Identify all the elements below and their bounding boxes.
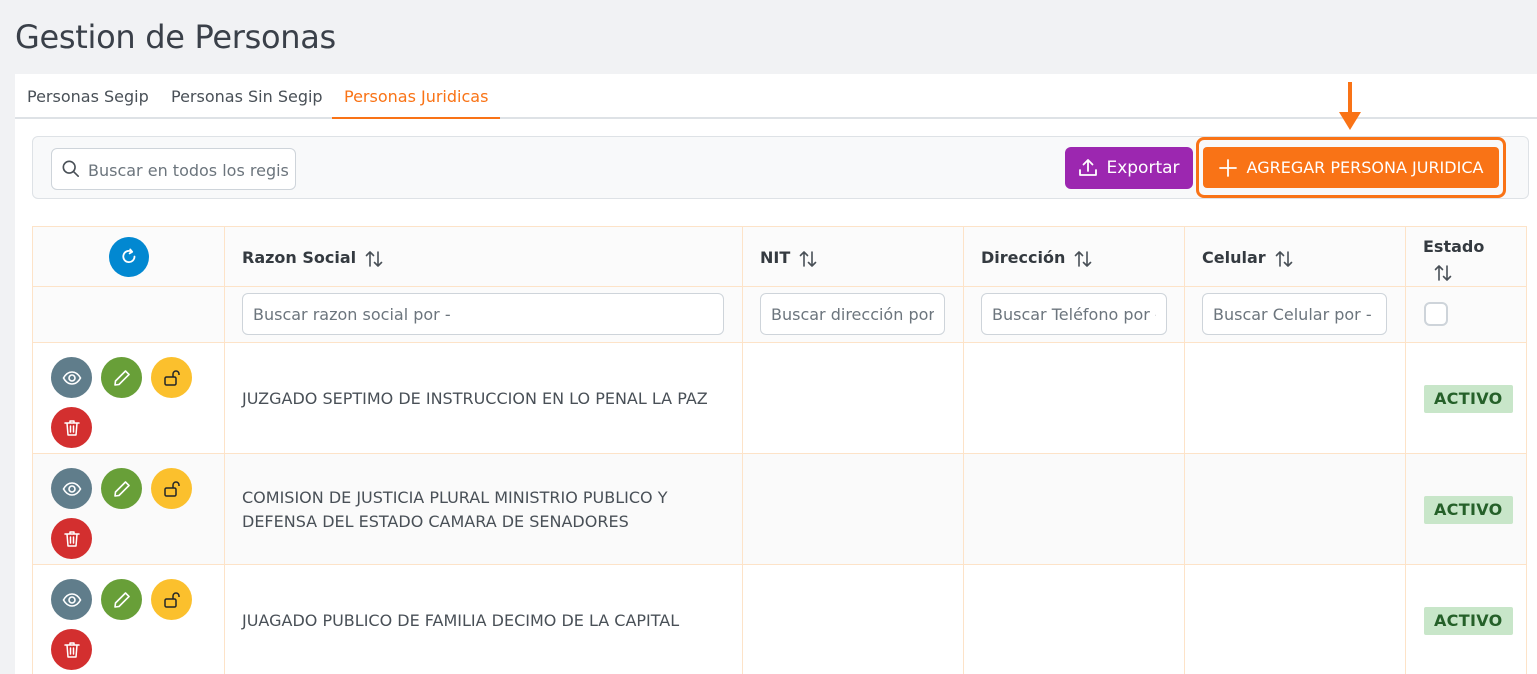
nit-filter-input[interactable] [760, 293, 945, 335]
cell-direccion [964, 454, 1185, 565]
header-cell-acciones [32, 226, 225, 287]
upload-icon [1079, 159, 1098, 176]
search-icon [62, 160, 80, 178]
plus-icon [1218, 158, 1237, 177]
eye-icon [62, 481, 81, 496]
header-label-nit: NIT [760, 248, 791, 267]
edit-button[interactable] [101, 468, 142, 509]
view-button[interactable] [51, 579, 92, 620]
add-persona-juridica-button[interactable]: AGREGAR PERSONA JURIDICA [1203, 147, 1499, 188]
edit-button[interactable] [101, 579, 142, 620]
delete-button[interactable] [51, 518, 92, 559]
eye-icon [62, 370, 81, 385]
cell-celular [1185, 454, 1406, 565]
eye-icon [62, 592, 81, 607]
sort-icon[interactable] [364, 249, 384, 269]
edit-button[interactable] [101, 357, 142, 398]
header-label-direccion: Dirección [981, 248, 1066, 267]
header-cell-celular[interactable]: Celular [1185, 226, 1406, 287]
export-button[interactable]: Exportar [1065, 147, 1193, 189]
view-button[interactable] [51, 357, 92, 398]
celular-filter-input[interactable] [1202, 293, 1387, 335]
cell-celular [1185, 343, 1406, 454]
cell-acciones [32, 343, 225, 454]
personas-juridicas-table: Razon Social NIT Dirección Celular Estad… [32, 226, 1537, 674]
unlock-icon [163, 369, 180, 386]
tab-personas-sin-segip[interactable]: Personas Sin Segip [159, 74, 335, 119]
tab-bar: Personas Segip Personas Sin Segip Person… [15, 74, 1537, 119]
filter-cell-acciones [32, 287, 225, 343]
sort-icon[interactable] [1274, 249, 1294, 269]
arrow-down-icon [1339, 82, 1361, 130]
export-button-label: Exportar [1106, 158, 1180, 178]
cell-estado: ACTIVO [1406, 343, 1527, 454]
add-button-label: AGREGAR PERSONA JURIDICA [1246, 158, 1484, 177]
unlock-button[interactable] [151, 579, 192, 620]
delete-button[interactable] [51, 629, 92, 670]
view-button[interactable] [51, 468, 92, 509]
trash-icon [63, 419, 80, 436]
refresh-icon [122, 248, 136, 263]
cell-razon-social: JUAGADO PUBLICO DE FAMILIA DECIMO DE LA … [225, 565, 743, 674]
cell-celular [1185, 565, 1406, 674]
main-panel: Personas Segip Personas Sin Segip Person… [15, 74, 1537, 674]
unlock-icon [163, 591, 180, 608]
unlock-button[interactable] [151, 357, 192, 398]
trash-icon [63, 641, 80, 658]
status-badge: ACTIVO [1424, 606, 1513, 635]
sort-icon[interactable] [1073, 249, 1093, 269]
tab-personas-segip[interactable]: Personas Segip [15, 74, 161, 119]
cell-razon-social: JUZGADO SEPTIMO DE INSTRUCCION EN LO PEN… [225, 343, 743, 454]
sort-icon[interactable] [798, 249, 818, 269]
unlock-button[interactable] [151, 468, 192, 509]
direccion-filter-input[interactable] [981, 293, 1167, 335]
filter-cell-direccion [964, 287, 1185, 343]
trash-icon [63, 530, 80, 547]
cell-acciones [32, 565, 225, 674]
header-label-estado: Estado [1423, 237, 1485, 256]
cell-nit [743, 565, 964, 674]
header-label-razon-social: Razon Social [242, 248, 357, 267]
global-search [51, 148, 296, 190]
estado-filter-checkbox[interactable] [1424, 302, 1448, 326]
cell-direccion [964, 343, 1185, 454]
header-cell-direccion[interactable]: Dirección [964, 226, 1185, 287]
razon-social-text: JUAGADO PUBLICO DE FAMILIA DECIMO DE LA … [242, 610, 680, 630]
header-cell-razon-social[interactable]: Razon Social [225, 226, 743, 287]
search-input[interactable] [88, 157, 288, 183]
unlock-icon [163, 480, 180, 497]
pencil-icon [113, 480, 130, 497]
cell-direccion [964, 565, 1185, 674]
pencil-icon [113, 369, 130, 386]
delete-button[interactable] [51, 407, 92, 448]
tab-personas-juridicas[interactable]: Personas Juridicas [332, 74, 501, 119]
razon-social-text: COMISION DE JUSTICIA PLURAL MINISTRIO PU… [242, 487, 668, 531]
cell-razon-social: COMISION DE JUSTICIA PLURAL MINISTRIO PU… [225, 454, 743, 565]
status-badge: ACTIVO [1424, 384, 1513, 413]
status-badge: ACTIVO [1424, 495, 1513, 524]
header-label-celular: Celular [1202, 248, 1266, 267]
header-cell-estado[interactable]: Estado [1406, 226, 1527, 287]
filter-cell-razon-social [225, 287, 743, 343]
refresh-button[interactable] [109, 237, 149, 277]
cell-estado: ACTIVO [1406, 454, 1527, 565]
filter-cell-estado [1406, 287, 1527, 343]
cell-nit [743, 343, 964, 454]
filter-cell-nit [743, 287, 964, 343]
cell-estado: ACTIVO [1406, 565, 1527, 674]
cell-nit [743, 454, 964, 565]
razon-social-filter-input[interactable] [242, 293, 724, 335]
toolbar: Exportar AGREGAR PERSONA JURIDICA [32, 136, 1529, 199]
cell-acciones [32, 454, 225, 565]
filter-cell-celular [1185, 287, 1406, 343]
add-button-highlight: AGREGAR PERSONA JURIDICA [1196, 137, 1506, 198]
pencil-icon [113, 591, 130, 608]
sort-icon[interactable] [1433, 263, 1453, 283]
page-title: Gestion de Personas [15, 18, 336, 56]
header-cell-nit[interactable]: NIT [743, 226, 964, 287]
razon-social-text: JUZGADO SEPTIMO DE INSTRUCCION EN LO PEN… [242, 388, 708, 408]
